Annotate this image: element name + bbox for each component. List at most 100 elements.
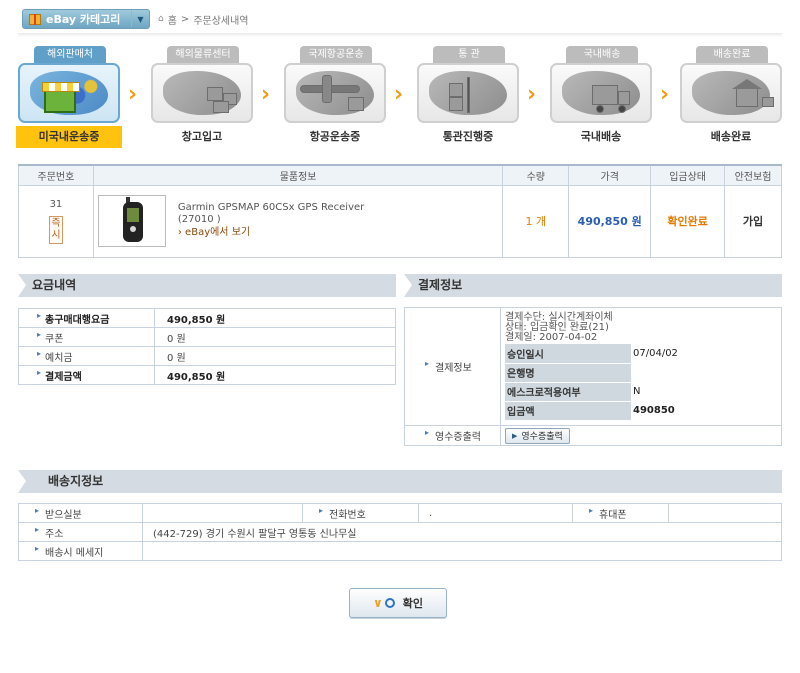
house-delivered-icon (680, 63, 782, 123)
table-row: 쿠폰 0 원 (18, 327, 396, 347)
fee-label: 쿠폰 (45, 333, 64, 345)
detail-value: 490850 (633, 405, 675, 417)
step-caption: 미국내운송중 (16, 126, 122, 148)
header-product-info: 물품정보 (92, 164, 504, 186)
message-value (142, 541, 782, 561)
step-customs: 통 관 통관진행중 (417, 46, 519, 150)
header-qty: 수량 (502, 164, 570, 186)
receiver-value (142, 503, 303, 523)
step-tab: 국제항공운송 (300, 46, 372, 63)
mobile-value (668, 503, 782, 523)
confirm-button-label: 확인 (402, 597, 423, 610)
fee-label: 예치금 (45, 352, 73, 364)
payment-section-title: 결제정보 (404, 274, 782, 297)
product-code: (27010 ) (177, 214, 221, 225)
step-tab: 국내배송 (566, 46, 638, 63)
table-row: 받으실분 전화번호 . 휴대폰 (18, 503, 782, 523)
step-tab: 통 관 (433, 46, 505, 63)
step-tab: 해외판매처 (34, 46, 106, 63)
table-row: 결제금액 490,850 원 (18, 365, 396, 385)
confirm-button[interactable]: ∨ 확인 (349, 588, 447, 618)
fee-value: 490,850 원 (154, 308, 396, 328)
product-info-cell: Garmin GPSMAP 60CSx GPS Receiver (27010 … (92, 184, 504, 258)
delivery-section-title: 배송지정보 (18, 470, 782, 493)
breadcrumb: ⌂ 홈 > 주문상세내역 (158, 12, 249, 27)
step-caption: 통관진행중 (442, 130, 494, 143)
receipt-label: 영수증출력 (435, 432, 481, 443)
table-row: 총구매대행요금 490,850 원 (18, 308, 396, 328)
print-receipt-label: 영수증출력 (521, 432, 563, 442)
detail-value (631, 363, 685, 382)
detail-label: 은행명 (505, 363, 631, 383)
table-row: 결제정보 결제수단: 실시간계좌이체 상태: 입금확인 완료(21) 결제일: … (404, 307, 782, 426)
step-caption: 국내배송 (580, 130, 622, 143)
fee-table: 총구매대행요금 490,850 원 쿠폰 0 원 예치금 0 원 결제금액 49… (18, 308, 396, 385)
shipping-progress-steps: 해외판매처 미국내운송중 › 해외물류센터 창고입고 › 국제항공운송 항공운송… (16, 46, 782, 154)
chevron-right-icon: › (394, 82, 404, 107)
header-divider (18, 33, 782, 37)
table-row: 예치금 0 원 (18, 346, 396, 366)
step-delivery-complete: 배송완료 배송완료 (680, 46, 782, 150)
breadcrumb-current: 주문상세내역 (193, 15, 249, 27)
instant-button[interactable]: 즉시 (48, 215, 63, 244)
detail-label: 승인일시 (505, 344, 631, 364)
customs-hand-truck-icon (417, 63, 519, 123)
fee-value: 0 원 (154, 327, 396, 347)
order-number-cell: 31 즉시 (18, 184, 94, 258)
step-air-transport: 국제항공운송 항공운송중 (284, 46, 386, 150)
quantity: 1 개 (502, 184, 570, 258)
step-domestic-delivery: 국내배송 국내배송 (550, 46, 652, 150)
payment-table: 결제정보 결제수단: 실시간계좌이체 상태: 입금확인 완료(21) 결제일: … (404, 307, 782, 446)
address-label: 주소 (45, 528, 64, 540)
table-row: 주소 (442-729) 경기 수원시 팔달구 영통동 신나무실 (18, 522, 782, 542)
step-caption: 배송완료 (710, 130, 752, 143)
breadcrumb-home[interactable]: 홈 (168, 12, 177, 27)
detail-label: 에스크로적용여부 (505, 382, 631, 402)
print-receipt-button[interactable]: ▶ 영수증출력 (505, 427, 570, 444)
fee-value: 0 원 (154, 346, 396, 366)
detail-value: 07/04/02 (633, 348, 678, 360)
header-payment-status: 입금상태 (650, 164, 726, 186)
payment-summary: 결제수단: 실시간계좌이체 상태: 입금확인 완료(21) 결제일: 2007-… (501, 312, 781, 344)
step-caption: 창고입고 (181, 130, 223, 143)
home-icon: ⌂ (158, 14, 164, 24)
step-overseas-seller: 해외판매처 미국내운송중 (16, 46, 122, 150)
check-icon: ∨ (373, 596, 383, 610)
mobile-label: 휴대폰 (599, 509, 627, 521)
warehouse-boxes-icon (151, 63, 253, 123)
detail-value: N (633, 386, 641, 398)
table-header-row: 주문번호 물품정보 수량 가격 입금상태 안전보험 (18, 164, 782, 186)
phone-value: . (418, 503, 573, 523)
payment-detail-table: 승인일시 07/04/02 은행명 에스크로적용여부 N 입금액 490850 (505, 344, 685, 421)
delivery-table: 받으실분 전화번호 . 휴대폰 주소 (442-729) 경기 수원시 팔달구 … (18, 503, 782, 561)
insurance-status: 가입 (724, 184, 782, 258)
ebay-category-button[interactable]: eBay 카테고리 ▼ (22, 9, 150, 29)
circle-icon (384, 598, 395, 608)
message-label: 배송시 메세지 (45, 547, 104, 559)
fee-value: 490,850 원 (154, 365, 396, 385)
product-thumbnail[interactable] (97, 195, 166, 247)
step-tab: 배송완료 (696, 46, 768, 63)
us-map-shop-icon (18, 63, 120, 123)
payment-label: 결제정보 (435, 363, 472, 374)
step-caption: 항공운송중 (309, 130, 361, 143)
payment-status: 확인완료 (650, 184, 726, 258)
top-bar: eBay 카테고리 ▼ ⌂ 홈 > 주문상세내역 (22, 8, 249, 30)
chevron-right-icon: › (261, 82, 271, 107)
view-on-ebay-link[interactable]: › eBay에서 보기 (178, 226, 364, 240)
chevron-right-icon: › (128, 82, 138, 107)
chevron-down-icon[interactable]: ▼ (131, 11, 149, 27)
arrow-right-icon: ▶ (512, 431, 518, 440)
phone-label: 전화번호 (329, 509, 366, 521)
breadcrumb-separator: > (180, 13, 190, 25)
payment-date: 결제일: 2007-04-02 (505, 332, 598, 344)
table-row: 영수증출력 ▶ 영수증출력 (404, 425, 782, 446)
product-name[interactable]: Garmin GPSMAP 60CSx GPS Receiver (178, 202, 364, 214)
fee-section-title: 요금내역 (18, 274, 396, 297)
header-price: 가격 (568, 164, 652, 186)
category-button-label: eBay 카테고리 (46, 13, 121, 26)
step-overseas-warehouse: 해외물류센터 창고입고 (151, 46, 253, 150)
gift-icon (29, 13, 41, 25)
chevron-right-icon: › (527, 82, 537, 107)
payment-details-cell: 결제수단: 실시간계좌이체 상태: 입금확인 완료(21) 결제일: 2007-… (500, 307, 782, 426)
